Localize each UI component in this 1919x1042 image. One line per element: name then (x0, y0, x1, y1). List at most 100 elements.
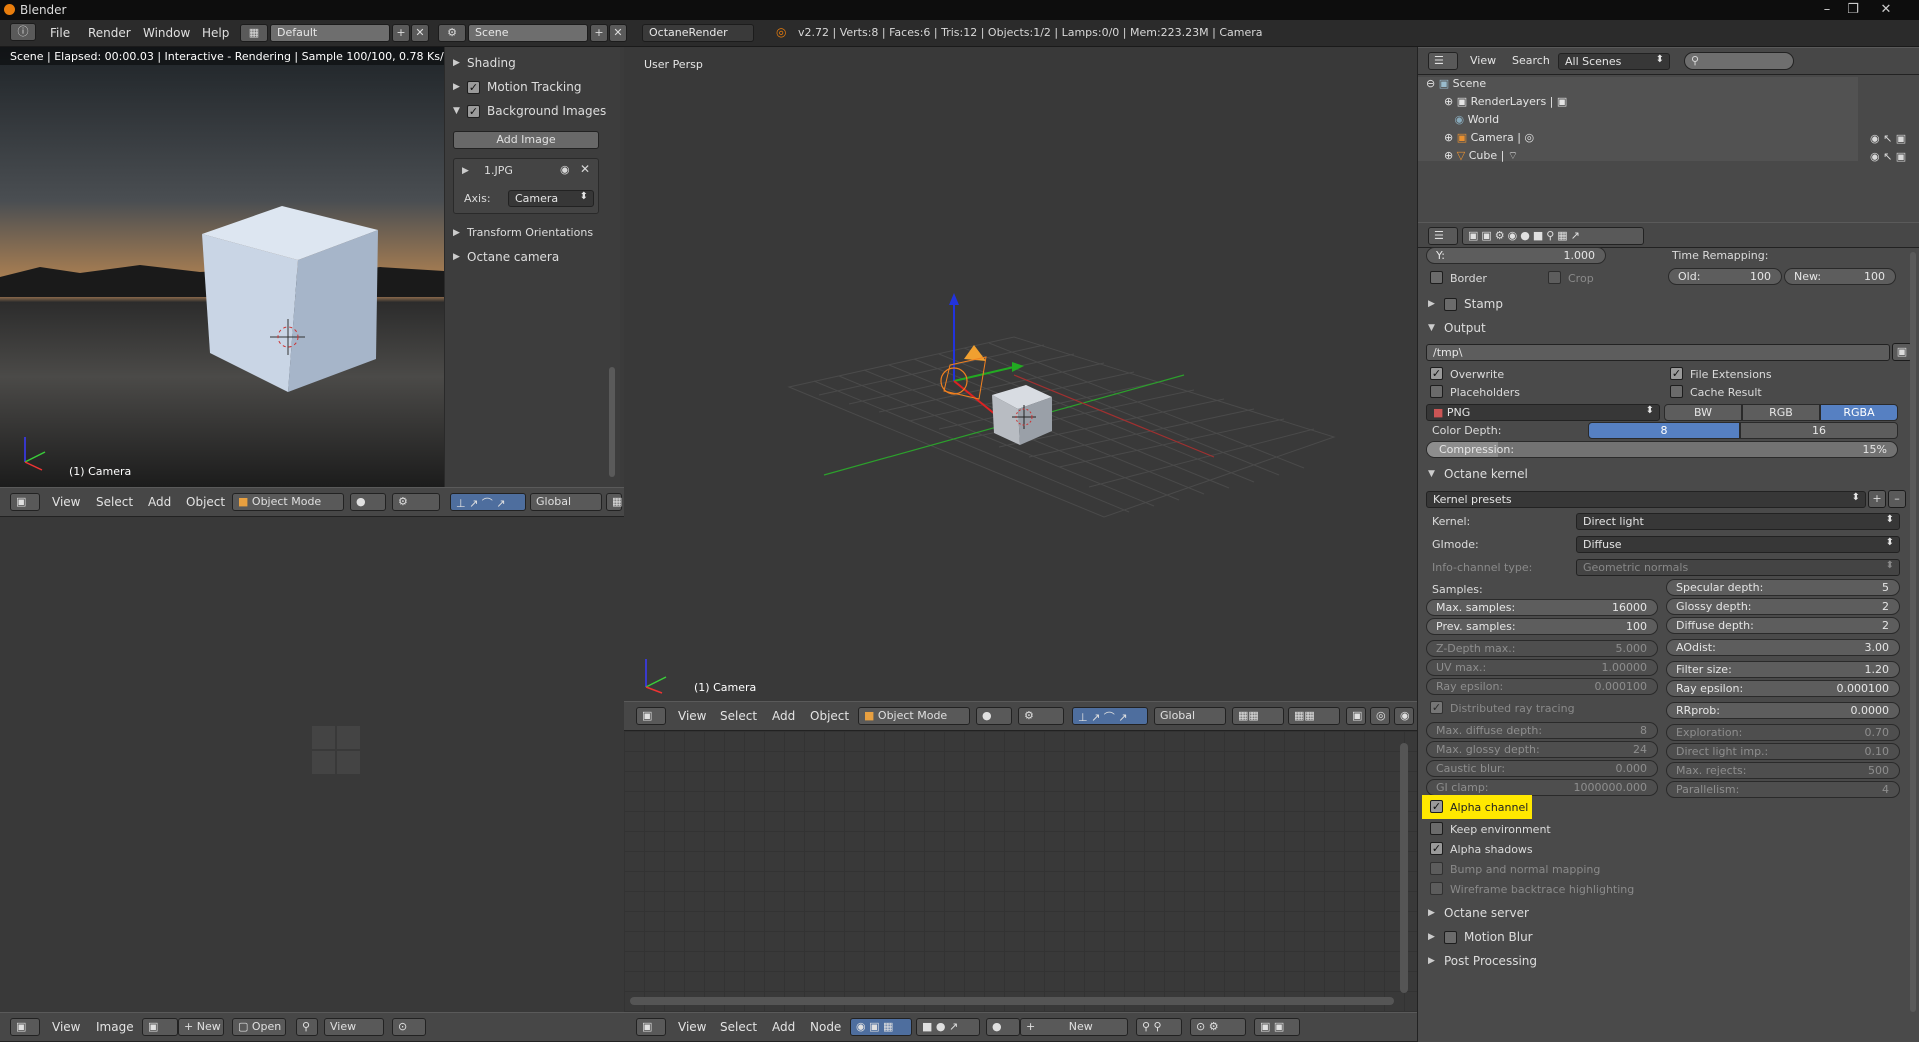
delete-scene-icon[interactable]: ✕ (609, 24, 627, 42)
render-preview-icon[interactable]: ◎ (1370, 707, 1390, 725)
select-menu[interactable]: Select (96, 495, 133, 509)
max-samples-field[interactable]: Max. samples: 16000 (1426, 599, 1658, 616)
editor-type-outliner-icon[interactable]: ☰ (1428, 52, 1458, 70)
menu-window[interactable]: Window (143, 26, 190, 40)
shading-panel-header[interactable]: ▶ Shading (451, 55, 607, 73)
octane-server-panel-header[interactable]: ▶ Octane server (1426, 904, 1906, 924)
color-bw-toggle[interactable]: BW (1664, 404, 1742, 421)
motion-blur-checkbox[interactable] (1444, 931, 1457, 944)
menu-help[interactable]: Help (202, 26, 229, 40)
minimize-icon[interactable]: – (1814, 0, 1840, 20)
color-depth-8-toggle[interactable]: 8 (1588, 422, 1740, 439)
expand-image-icon[interactable]: ▶ (462, 166, 469, 176)
file-extensions-checkbox[interactable]: ✓ (1670, 367, 1683, 380)
add-preset-icon[interactable]: + (1868, 490, 1886, 508)
filter-size-field[interactable]: Filter size: 1.20 (1666, 661, 1900, 678)
node-view-menu[interactable]: View (678, 1020, 706, 1034)
outliner-search-menu[interactable]: Search (1512, 54, 1550, 67)
motion-blur-panel-header[interactable]: ▶ Motion Blur (1426, 928, 1906, 948)
direct-light-imp-field[interactable]: Direct light imp.: 0.10 (1666, 743, 1900, 760)
editor-type-info-icon[interactable]: ⓘ (10, 23, 36, 41)
editor-type-image-icon[interactable]: ▣ (10, 1018, 40, 1036)
rendered-viewport[interactable]: Scene | Elapsed: 00:00.03 | Interactive … (0, 47, 444, 487)
node-pin-icons[interactable]: ⚲ ⚲ (1136, 1018, 1182, 1036)
exploration-field[interactable]: Exploration: 0.70 (1666, 724, 1900, 741)
color-rgba-toggle[interactable]: RGBA (1820, 404, 1898, 421)
gi-clamp-field[interactable]: GI clamp: 1000000.000 (1426, 779, 1658, 796)
open-image-button[interactable]: ▢ Open (232, 1018, 286, 1036)
overwrite-checkbox[interactable]: ✓ (1430, 367, 1443, 380)
layers-icon[interactable]: ▦ (606, 493, 622, 511)
outliner-filter-select[interactable]: All Scenes ⬍ (1558, 53, 1670, 70)
main-manipulator-icons[interactable]: ⊥ ↗ ⌒ ↗ (1072, 707, 1148, 725)
placeholders-checkbox[interactable] (1430, 385, 1443, 398)
properties-scrollbar[interactable] (1910, 252, 1916, 1012)
image-browse-icon[interactable]: ▣ (142, 1018, 178, 1036)
max-rejects-field[interactable]: Max. rejects: 500 (1666, 762, 1900, 779)
uv-max-field[interactable]: UV max.: 1.00000 (1426, 659, 1658, 676)
cache-result-checkbox[interactable] (1670, 385, 1683, 398)
max-diffuse-depth-field[interactable]: Max. diffuse depth: 8 (1426, 722, 1658, 739)
node-editor-h-scrollbar[interactable] (630, 997, 1394, 1005)
object-mode-select[interactable]: ■ Object Mode (232, 493, 344, 511)
editor-type-properties-icon[interactable]: ☰ (1428, 227, 1458, 245)
new-material-button[interactable]: + New (1020, 1018, 1128, 1036)
info-channel-select[interactable]: Geometric normals ⬍ (1576, 559, 1900, 576)
opengl-render-icon[interactable]: ◉ (1394, 707, 1414, 725)
scene-field[interactable]: Scene (468, 24, 588, 42)
add-menu[interactable]: Add (148, 495, 171, 509)
object-menu[interactable]: Object (186, 495, 225, 509)
new-image-button[interactable]: + New (178, 1018, 224, 1036)
color-rgb-toggle[interactable]: RGB (1742, 404, 1820, 421)
specular-depth-field[interactable]: Specular depth: 5 (1666, 579, 1900, 596)
pin-icon[interactable]: ⚲ (296, 1018, 318, 1036)
layer-buttons-2[interactable]: ▦▦ (1288, 707, 1340, 725)
border-checkbox[interactable] (1430, 271, 1443, 284)
crop-checkbox[interactable] (1548, 271, 1561, 284)
screen-layout-field[interactable]: Default (270, 24, 390, 42)
output-path-input[interactable]: /tmp\ (1426, 344, 1890, 361)
alpha-channel-checkbox[interactable]: ✓ (1430, 800, 1443, 813)
time-old-field[interactable]: Old: 100 (1668, 268, 1782, 285)
main-object-menu[interactable]: Object (810, 709, 849, 723)
z-depth-max-field[interactable]: Z-Depth max.: 5.000 (1426, 640, 1658, 657)
editor-type-3d-icon[interactable]: ▣ (10, 493, 40, 511)
motion-tracking-checkbox[interactable]: ✓ (467, 81, 480, 94)
image-editor-canvas[interactable] (0, 517, 624, 1012)
node-tree-type-icons[interactable]: ◉ ▣ ▦ (850, 1018, 912, 1036)
kernel-presets-select[interactable]: Kernel presets ⬍ (1426, 491, 1866, 508)
time-new-field[interactable]: New: 100 (1784, 268, 1896, 285)
outliner-row-camera[interactable]: ⊕ ▣ Camera | ◎ (1444, 131, 1534, 147)
background-images-checkbox[interactable]: ✓ (467, 105, 480, 118)
transform-orientations-panel-header[interactable]: ▶ Transform Orientations (451, 225, 607, 243)
wireframe-checkbox[interactable] (1430, 882, 1443, 895)
cube-visibility-icon[interactable]: ◉ ↖ ▣ (1870, 150, 1906, 163)
main-add-menu[interactable]: Add (772, 709, 795, 723)
outliner-search-input[interactable]: ⚲ (1684, 52, 1794, 70)
node-editor-v-scrollbar[interactable] (1400, 743, 1408, 993)
screen-layout-icon[interactable]: ▦ (240, 24, 268, 42)
editor-type-3d-icon-main[interactable]: ▣ (636, 707, 666, 725)
snap-icons[interactable]: ⊙ ⚙ (1190, 1018, 1246, 1036)
output-panel-header[interactable]: ▼ Output (1426, 319, 1906, 339)
outliner-row-world[interactable]: ◉ World (1444, 113, 1500, 129)
diffuse-depth-field[interactable]: Diffuse depth: 2 (1666, 617, 1900, 634)
image-view-menu[interactable]: View (52, 1020, 80, 1034)
node-select-menu[interactable]: Select (720, 1020, 757, 1034)
image-menu[interactable]: Image (96, 1020, 134, 1034)
outliner-view-menu[interactable]: View (1470, 54, 1496, 67)
delete-screen-icon[interactable]: ✕ (411, 24, 429, 42)
octane-camera-panel-header[interactable]: ▶ Octane camera (451, 249, 607, 267)
material-icon[interactable]: ● (986, 1018, 1020, 1036)
scene-icon[interactable]: ⚙ (438, 24, 466, 42)
outliner-row-renderlayers[interactable]: ⊕ ▣ RenderLayers | ▣ (1444, 95, 1567, 111)
orientation-select[interactable]: Global (530, 493, 602, 511)
compression-slider[interactable]: Compression: 15% (1426, 441, 1898, 458)
add-scene-icon[interactable]: + (590, 24, 608, 42)
image-view-mode-select[interactable]: View (324, 1018, 384, 1036)
view-menu[interactable]: View (52, 495, 80, 509)
stamp-checkbox[interactable] (1444, 298, 1457, 311)
lock-layers-icon[interactable]: ▣ (1346, 707, 1366, 725)
pivot-icon[interactable]: ⚙ (392, 493, 440, 511)
node-add-menu[interactable]: Add (772, 1020, 795, 1034)
